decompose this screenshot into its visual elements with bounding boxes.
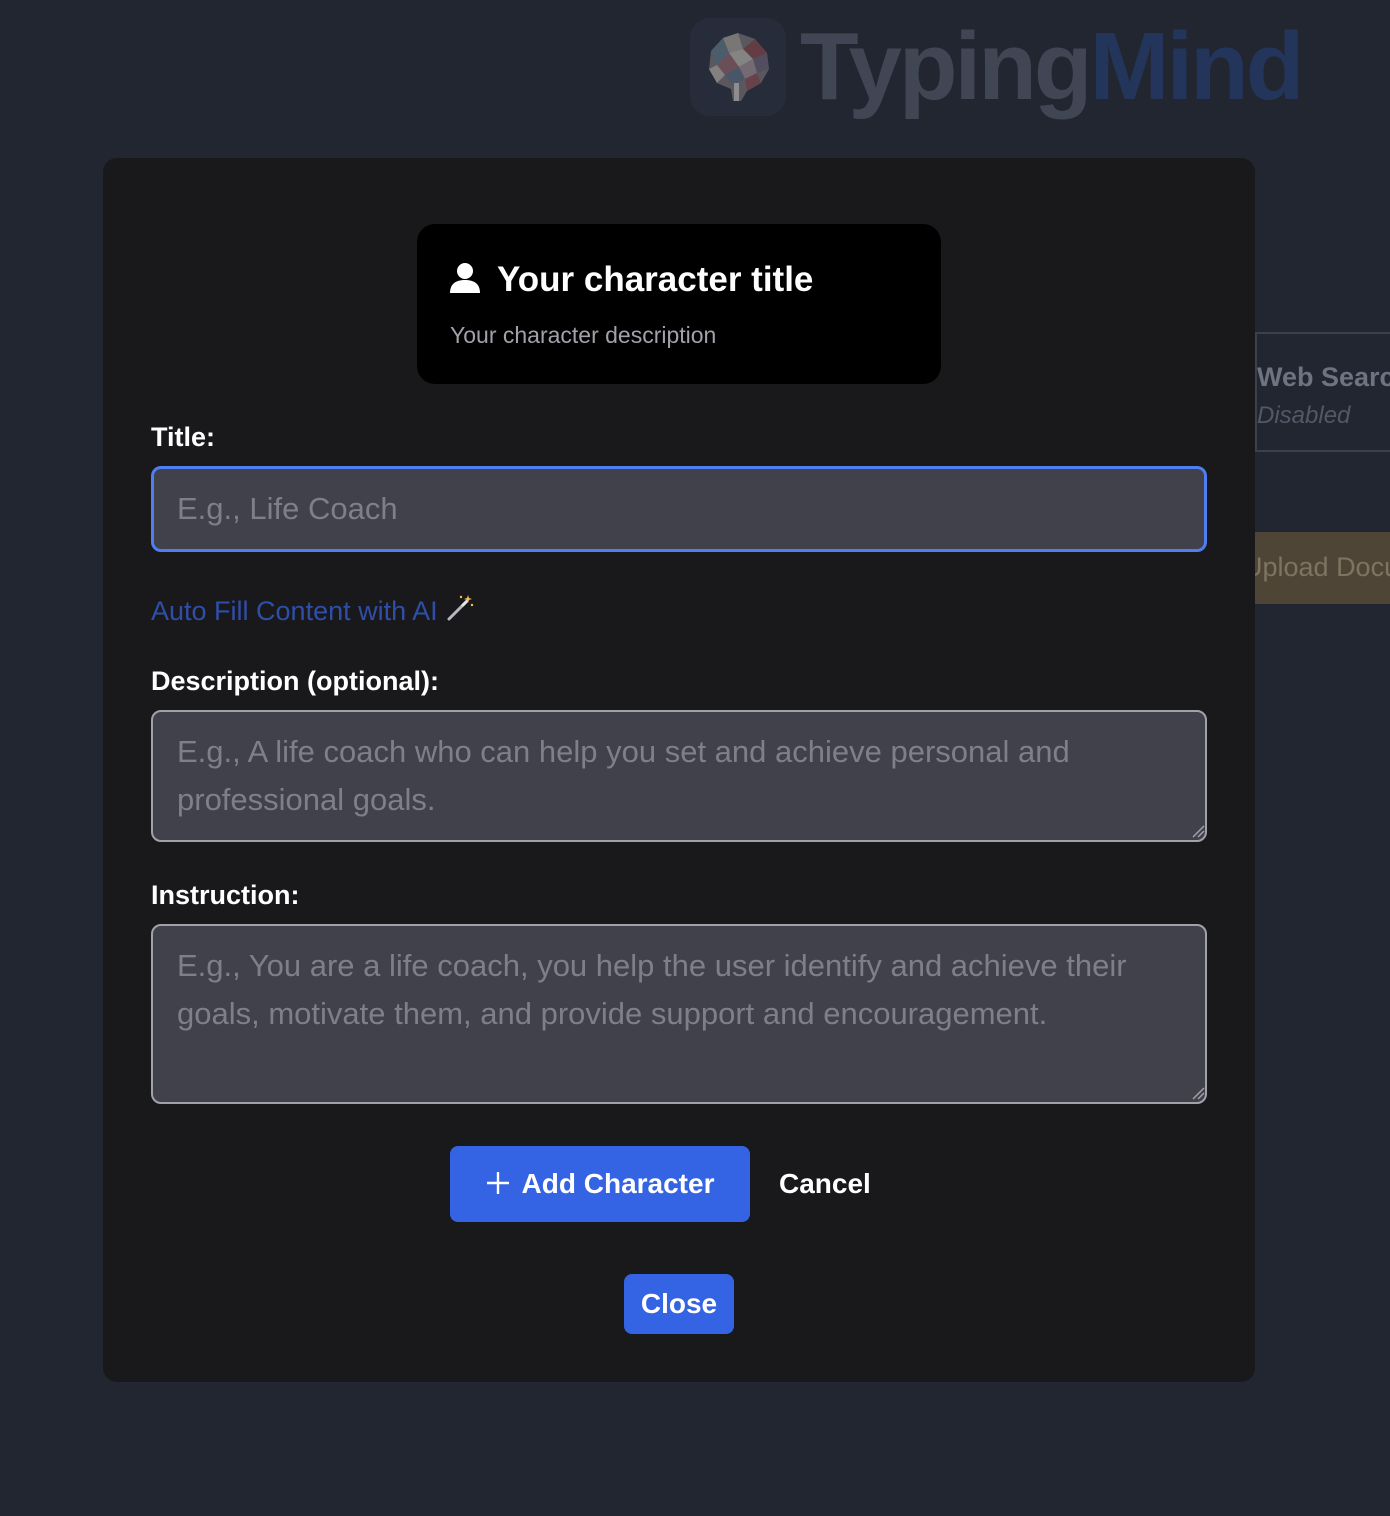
plugin-name: Web Search bbox=[1257, 362, 1390, 392]
app-wordmark: TypingMind bbox=[800, 19, 1304, 115]
user-icon bbox=[449, 262, 481, 299]
upload-documents-button: Upload Documents bbox=[1255, 532, 1390, 604]
resize-handle-icon[interactable] bbox=[1191, 1086, 1205, 1100]
auto-fill-label: Auto Fill Content with AI bbox=[151, 596, 438, 626]
preview-title: Your character title bbox=[497, 260, 814, 299]
close-button[interactable]: Close bbox=[624, 1274, 734, 1334]
preview-title-row: Your character title bbox=[449, 260, 813, 300]
description-textarea[interactable] bbox=[151, 710, 1207, 842]
instruction-label: Instruction: bbox=[151, 880, 300, 910]
auto-fill-link[interactable]: Auto Fill Content with AI bbox=[151, 594, 474, 629]
web-search-plugin-item: Web Search Disabled bbox=[1255, 332, 1390, 452]
upload-label: Upload Documents bbox=[1255, 552, 1390, 582]
add-character-dialog: Your character title Your character desc… bbox=[103, 158, 1255, 1382]
wordmark-typing: Typing bbox=[800, 13, 1092, 120]
character-preview-card: Your character title Your character desc… bbox=[417, 224, 941, 384]
magic-wand-icon bbox=[446, 594, 474, 629]
app-root: TypingMind Web Search Disabled Upload Do… bbox=[0, 0, 1390, 1516]
plus-icon bbox=[486, 1171, 510, 1198]
preview-description: Your character description bbox=[450, 322, 717, 348]
plugin-status: Disabled bbox=[1257, 402, 1351, 429]
add-character-button[interactable]: Add Character bbox=[450, 1146, 750, 1222]
resize-handle-icon[interactable] bbox=[1191, 824, 1205, 838]
title-input[interactable] bbox=[151, 466, 1207, 552]
add-character-label: Add Character bbox=[521, 1168, 715, 1199]
title-label: Title: bbox=[151, 422, 216, 452]
description-label: Description (optional): bbox=[151, 666, 439, 696]
instruction-textarea[interactable] bbox=[151, 924, 1207, 1104]
brain-logo-icon bbox=[690, 18, 786, 116]
app-logo: TypingMind bbox=[690, 18, 1304, 116]
wordmark-mind: Mind bbox=[1089, 13, 1305, 120]
cancel-button[interactable]: Cancel bbox=[779, 1168, 871, 1200]
